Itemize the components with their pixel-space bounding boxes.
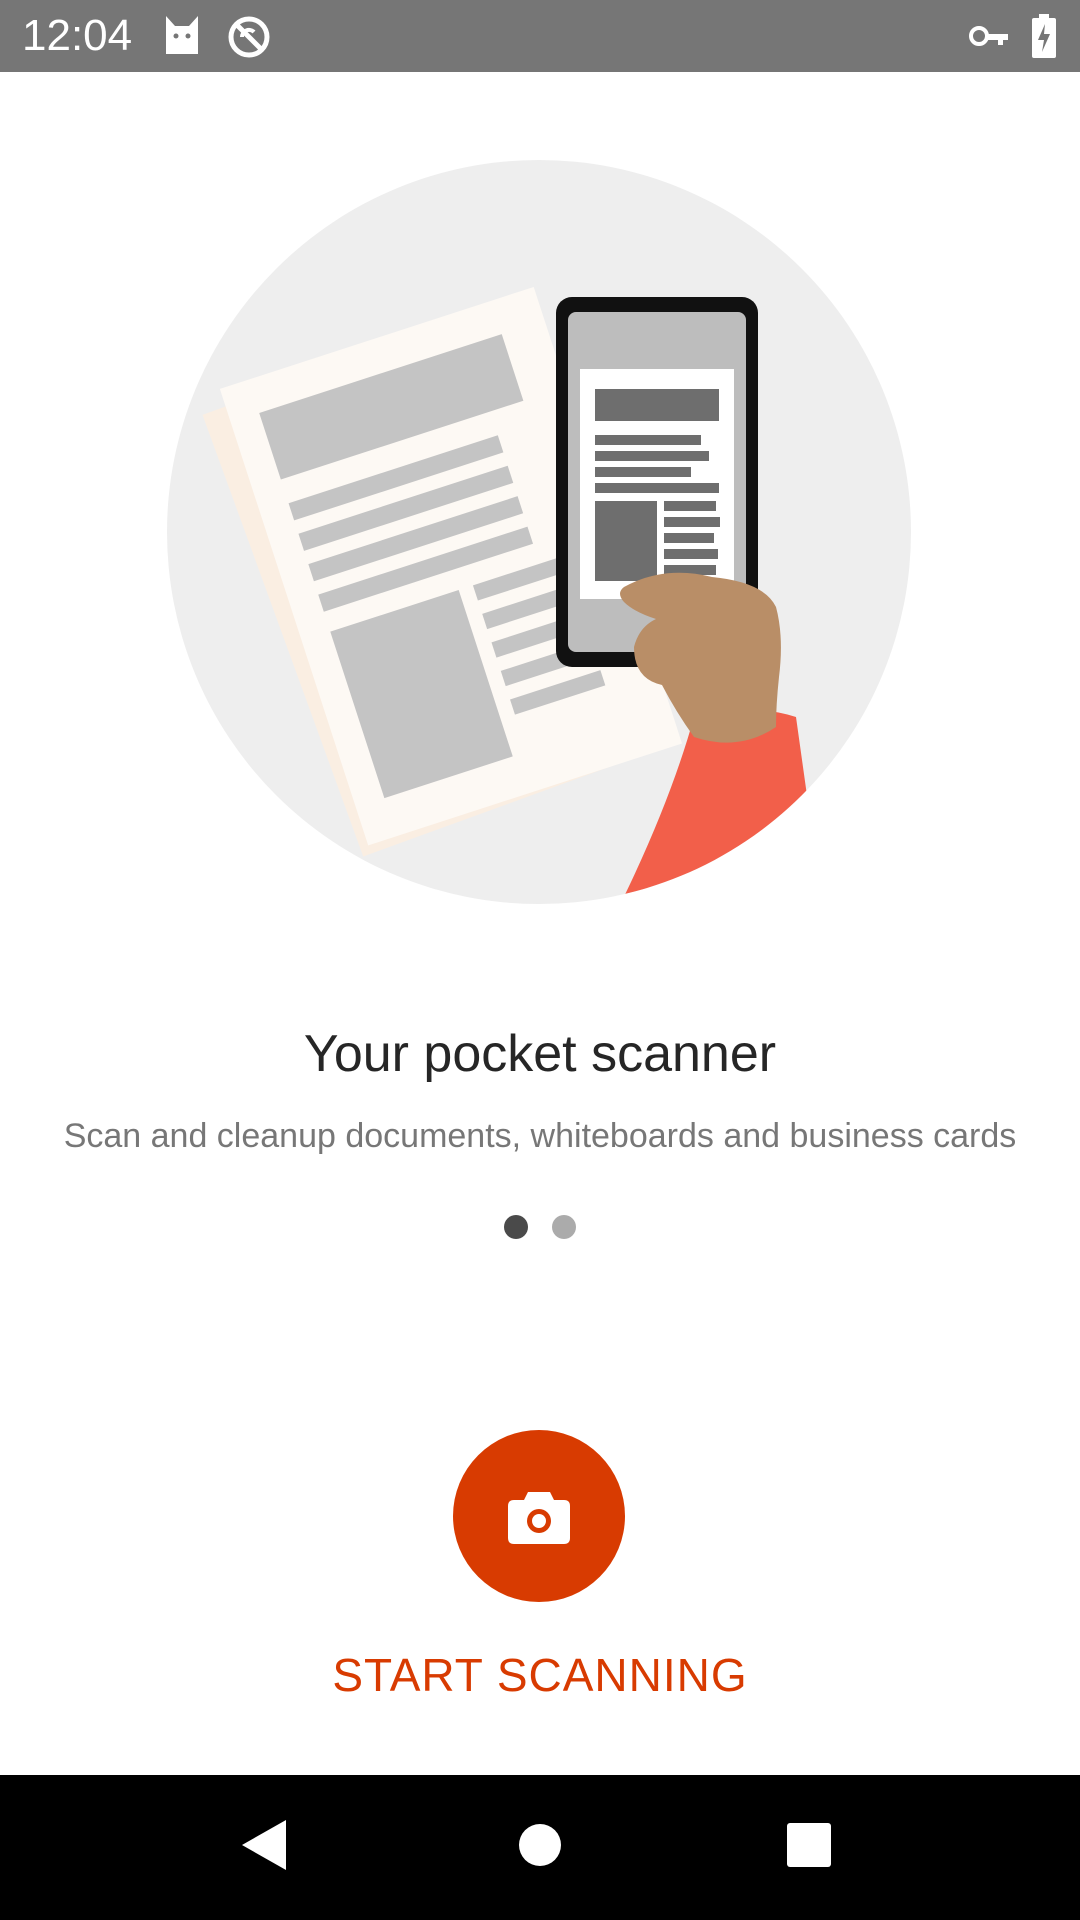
- recents-button[interactable]: [754, 1795, 864, 1895]
- onboarding-screen: Your pocket scanner Scan and cleanup doc…: [0, 72, 1080, 1775]
- home-icon: [519, 1824, 561, 1866]
- cat-icon: [166, 16, 198, 54]
- start-scanning-button[interactable]: START SCANNING: [0, 1647, 1080, 1703]
- back-icon: [242, 1820, 286, 1870]
- status-time: 12:04: [22, 11, 133, 60]
- camera-icon: [508, 1492, 570, 1544]
- status-bar: 12:04: [0, 0, 1080, 72]
- navigation-bar: [0, 1775, 1080, 1920]
- home-button[interactable]: [485, 1795, 595, 1895]
- page-dot-active[interactable]: [504, 1215, 528, 1239]
- page-subtitle: Scan and cleanup documents, whiteboards …: [63, 1117, 1017, 1155]
- back-button[interactable]: [210, 1795, 320, 1895]
- page-dot-inactive[interactable]: [552, 1215, 576, 1239]
- start-scanning-fab[interactable]: [453, 1430, 625, 1602]
- battery-charging-icon: [1032, 14, 1056, 58]
- sync-off-icon: [228, 16, 270, 58]
- vpn-key-icon: [969, 26, 1008, 46]
- page-title: Your pocket scanner: [303, 1025, 777, 1083]
- recents-icon: [787, 1823, 831, 1867]
- page-indicator: [0, 1215, 1080, 1241]
- scanner-illustration: [167, 160, 911, 904]
